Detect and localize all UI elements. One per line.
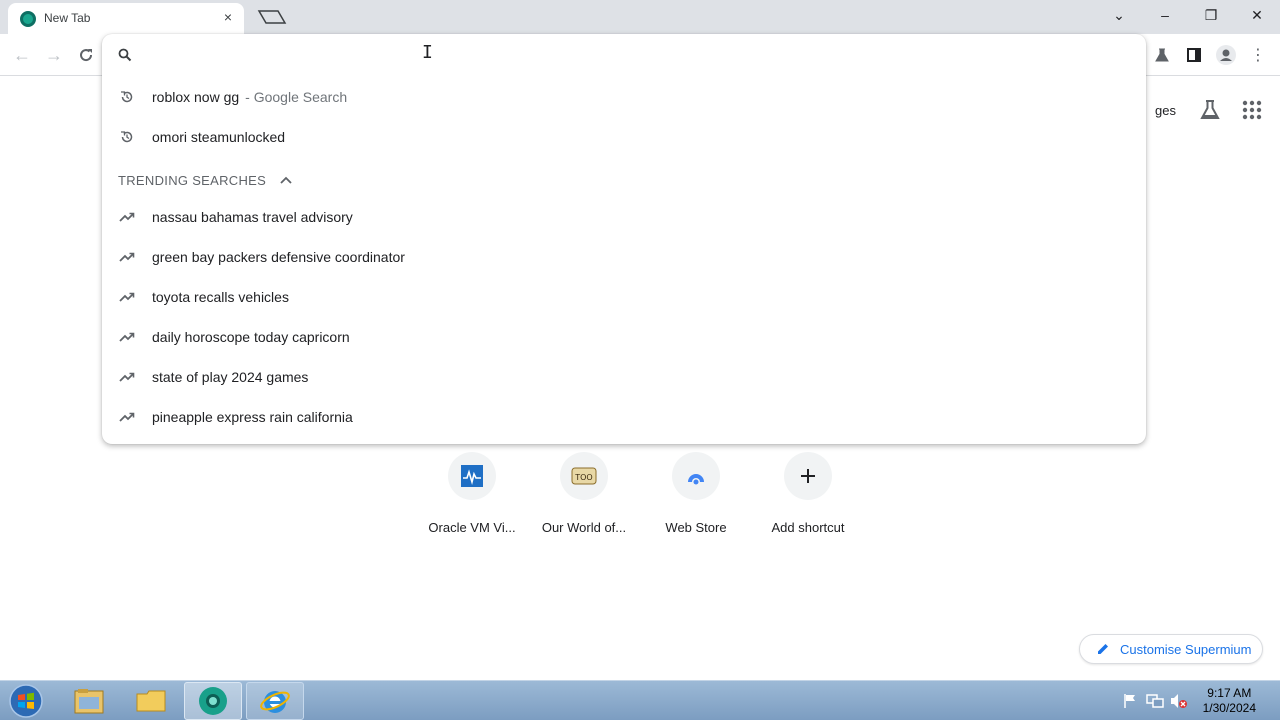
omnibox-dropdown: I roblox now gg - Google Search omori st… bbox=[102, 34, 1146, 444]
action-center-flag-icon[interactable] bbox=[1122, 693, 1138, 709]
trending-header[interactable]: TRENDING SEARCHES bbox=[118, 170, 292, 190]
trending-icon bbox=[102, 372, 152, 382]
shortcut-label: Our World of... bbox=[541, 520, 627, 535]
minimize-button[interactable]: – bbox=[1142, 0, 1188, 30]
taskbar-supermium[interactable] bbox=[184, 682, 242, 720]
taskbar-folder[interactable] bbox=[122, 682, 180, 720]
tab-strip: New Tab × ⌄ – ❐ ✕ bbox=[0, 0, 1280, 34]
supermium-icon bbox=[199, 687, 227, 715]
trending-icon bbox=[102, 292, 152, 302]
suggestion-text: green bay packers defensive coordinator bbox=[152, 249, 405, 265]
windows-taskbar: 9:17 AM 1/30/2024 bbox=[0, 680, 1280, 720]
customise-label: Customise Supermium bbox=[1120, 641, 1252, 657]
webstore-icon bbox=[672, 452, 720, 500]
trending-icon bbox=[102, 332, 152, 342]
suggestion-trending[interactable]: nassau bahamas travel advisory bbox=[102, 197, 1146, 237]
svg-text:TOO: TOO bbox=[574, 473, 592, 482]
suggestion-text: nassau bahamas travel advisory bbox=[152, 209, 353, 225]
suggestion-trending[interactable]: pineapple express rain california bbox=[102, 397, 1146, 437]
tab-new-tab[interactable]: New Tab × bbox=[8, 3, 244, 34]
shortcut-web-store[interactable]: Web Store bbox=[640, 452, 752, 535]
library-folder-icon bbox=[74, 689, 104, 714]
suggestion-text: roblox now gg bbox=[152, 89, 240, 105]
forward-button[interactable]: → bbox=[40, 41, 68, 69]
virtualbox-icon bbox=[448, 452, 496, 500]
shortcut-add[interactable]: Add shortcut bbox=[752, 452, 864, 535]
tab-search-icon[interactable]: ⌄ bbox=[1096, 0, 1142, 30]
plus-icon bbox=[784, 452, 832, 500]
clock-date: 1/30/2024 bbox=[1202, 701, 1256, 715]
suggestion-trending[interactable]: toyota recalls vehicles bbox=[102, 277, 1146, 317]
omnibox-input[interactable] bbox=[148, 43, 1048, 67]
suggestion-trending[interactable]: daily horoscope today capricorn bbox=[102, 317, 1146, 357]
text-cursor-icon: I bbox=[422, 42, 433, 63]
suggestion-history[interactable]: omori steamunlocked bbox=[102, 117, 1146, 157]
suggestion-text: pineapple express rain california bbox=[152, 409, 353, 425]
suggestion-text: omori steamunlocked bbox=[152, 129, 286, 145]
profile-avatar[interactable] bbox=[1212, 41, 1240, 69]
search-icon bbox=[118, 48, 132, 62]
reload-button[interactable] bbox=[72, 41, 100, 69]
labs-flask-icon[interactable] bbox=[1198, 98, 1222, 122]
suggestion-suffix: - Google Search bbox=[245, 89, 348, 105]
suggestion-text: daily horoscope today capricorn bbox=[152, 329, 350, 345]
back-button[interactable]: ← bbox=[8, 41, 36, 69]
history-icon bbox=[102, 130, 152, 144]
internet-explorer-icon bbox=[260, 691, 290, 713]
restore-button[interactable]: ❐ bbox=[1188, 0, 1234, 30]
shortcut-label: Web Store bbox=[665, 520, 727, 535]
suggestion-trending[interactable]: state of play 2024 games bbox=[102, 357, 1146, 397]
tab-title: New Tab bbox=[44, 11, 91, 25]
new-tab-icon[interactable] bbox=[256, 8, 288, 26]
trending-icon bbox=[102, 212, 152, 222]
apps-grid-icon[interactable] bbox=[1240, 98, 1264, 122]
folder-icon bbox=[136, 690, 166, 712]
supermium-favicon-icon bbox=[20, 11, 36, 27]
owot-icon: TOO bbox=[560, 452, 608, 500]
menu-icon[interactable]: ⋮ bbox=[1244, 41, 1272, 69]
shortcut-our-world[interactable]: TOO Our World of... bbox=[528, 452, 640, 535]
network-icon[interactable] bbox=[1146, 693, 1164, 709]
images-link[interactable]: ges bbox=[1155, 103, 1176, 118]
suggestion-text: toyota recalls vehicles bbox=[152, 289, 289, 305]
start-button[interactable] bbox=[0, 682, 52, 720]
ntp-header-links: ges bbox=[1155, 96, 1264, 124]
history-icon bbox=[102, 90, 152, 104]
trending-icon bbox=[102, 252, 152, 262]
chevron-up-icon[interactable] bbox=[280, 176, 292, 184]
customise-button[interactable]: Customise Supermium bbox=[1079, 634, 1263, 664]
side-panel-icon[interactable] bbox=[1180, 41, 1208, 69]
suggestion-history[interactable]: roblox now gg - Google Search bbox=[102, 77, 1146, 117]
suggestion-text: state of play 2024 games bbox=[152, 369, 309, 385]
system-clock[interactable]: 9:17 AM 1/30/2024 bbox=[1203, 686, 1256, 716]
tab-close-icon[interactable]: × bbox=[220, 9, 236, 25]
taskbar-file-explorer[interactable] bbox=[60, 682, 118, 720]
reload-icon bbox=[80, 49, 93, 62]
labs-icon[interactable] bbox=[1148, 41, 1176, 69]
pencil-icon bbox=[1098, 644, 1108, 654]
shortcut-oracle-vm[interactable]: Oracle VM Vi... bbox=[416, 452, 528, 535]
shortcut-label: Add shortcut bbox=[771, 520, 845, 535]
shortcut-label: Oracle VM Vi... bbox=[428, 520, 516, 535]
clock-time: 9:17 AM bbox=[1207, 686, 1252, 700]
close-window-button[interactable]: ✕ bbox=[1234, 0, 1280, 30]
suggestion-trending[interactable]: green bay packers defensive coordinator bbox=[102, 237, 1146, 277]
omnibox-input-row[interactable]: I bbox=[102, 34, 1146, 76]
volume-muted-icon[interactable] bbox=[1170, 693, 1188, 709]
windows-orb-icon bbox=[9, 684, 43, 718]
trending-icon bbox=[102, 412, 152, 422]
taskbar-internet-explorer[interactable] bbox=[246, 682, 304, 720]
trending-header-label: TRENDING SEARCHES bbox=[118, 172, 267, 188]
